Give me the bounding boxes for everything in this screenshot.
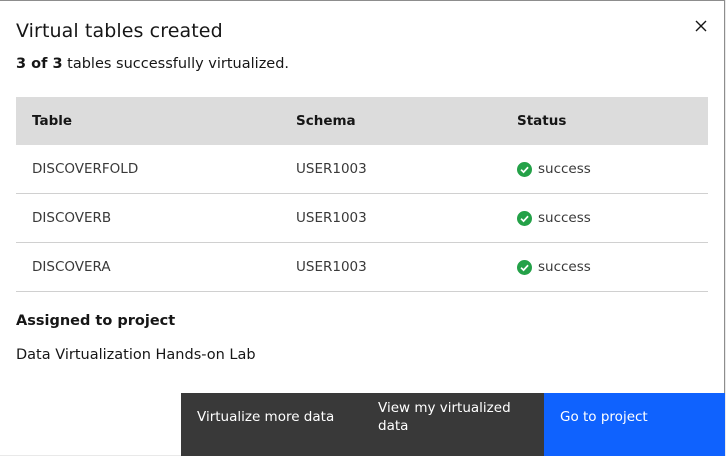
header-table: Table [32, 113, 73, 129]
table-row: DISCOVERA USER1003 success [16, 243, 708, 292]
cell-status: success [501, 194, 708, 243]
checkmark-filled-icon [517, 210, 532, 226]
cell-status: success [501, 145, 708, 194]
table-row: DISCOVERB USER1003 success [16, 194, 708, 243]
summary-count: 3 of 3 [16, 56, 63, 72]
cell-schema: USER1003 [296, 259, 367, 275]
status-text: success [538, 161, 591, 177]
view-virtualized-data-button[interactable]: View my virtualized data [362, 393, 544, 456]
table-row: DISCOVERFOLD USER1003 success [16, 145, 708, 194]
cell-status: success [501, 243, 708, 292]
checkmark-filled-icon [517, 161, 532, 177]
project-name: Data Virtualization Hands-on Lab [16, 347, 256, 363]
table-header-row: Table Schema Status [16, 97, 708, 145]
cell-table: DISCOVERB [32, 210, 112, 226]
modal-title: Virtual tables created [16, 20, 223, 42]
cell-schema: USER1003 [296, 210, 367, 226]
close-icon [695, 20, 707, 32]
status-text: success [538, 259, 591, 275]
summary-description: tables successfully virtualized. [62, 56, 290, 72]
header-status: Status [517, 113, 567, 129]
virtualized-tables-table: Table Schema Status DISCOVERFOLD USER100… [16, 97, 708, 292]
go-to-project-button[interactable]: Go to project [544, 393, 725, 456]
assigned-project-label: Assigned to project [16, 313, 176, 329]
summary-text: 3 of 3 tables successfully virtualized. [16, 56, 289, 72]
checkmark-filled-icon [517, 259, 532, 275]
virtual-tables-modal: Virtual tables created 3 of 3 tables suc… [0, 0, 725, 456]
header-schema: Schema [296, 113, 356, 129]
close-button[interactable] [690, 15, 712, 37]
status-text: success [538, 210, 591, 226]
cell-table: DISCOVERFOLD [32, 161, 139, 177]
cell-table: DISCOVERA [32, 259, 111, 275]
virtualize-more-data-button[interactable]: Virtualize more data [181, 393, 362, 456]
cell-schema: USER1003 [296, 161, 367, 177]
